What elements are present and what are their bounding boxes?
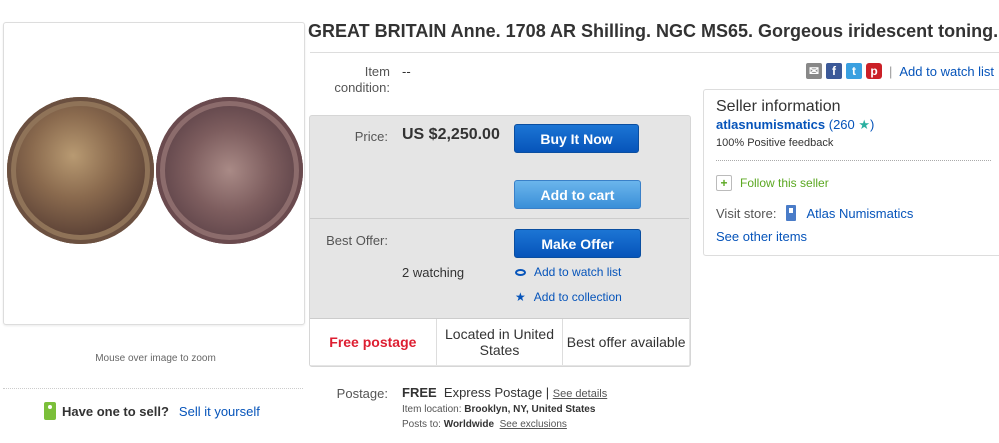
- eye-icon: [515, 268, 526, 276]
- postage-label: Postage:: [336, 386, 388, 401]
- posts-to-row: Posts to: Worldwide See exclusions: [402, 419, 567, 430]
- separator: |: [889, 63, 893, 79]
- best-offer-cell: Best offer available: [566, 334, 686, 350]
- item-location-row: Item location: Brooklyn, NY, United Stat…: [402, 404, 595, 415]
- panel-divider: [310, 218, 689, 219]
- add-to-cart-button[interactable]: Add to cart: [514, 180, 641, 209]
- sell-prompt: Have one to sell?: [62, 403, 169, 419]
- location-cell: Located in United States: [437, 319, 564, 365]
- shipping-info-row: Free postage Located in United States Be…: [310, 318, 689, 365]
- divider: [3, 388, 303, 389]
- add-to-watch-list-link[interactable]: Add to watch list: [534, 265, 621, 279]
- follow-seller-link[interactable]: Follow this seller: [740, 176, 829, 190]
- watching-count: 2 watching: [402, 265, 465, 280]
- positive-feedback: 100% Positive feedback: [716, 137, 834, 149]
- seller-name[interactable]: atlasnumismatics: [716, 117, 825, 132]
- seller-info-heading: Seller information: [716, 98, 841, 115]
- follow-seller-row[interactable]: + Follow this seller: [716, 175, 829, 191]
- posts-to-label: Posts to:: [402, 419, 441, 430]
- add-to-collection-row[interactable]: ★ Add to collection: [515, 290, 622, 304]
- see-exclusions-link[interactable]: See exclusions: [500, 419, 567, 430]
- visit-store-label: Visit store:: [716, 205, 777, 221]
- facebook-icon[interactable]: f: [826, 63, 842, 79]
- make-offer-button[interactable]: Make Offer: [514, 229, 641, 258]
- store-name-link[interactable]: Atlas Numismatics: [806, 206, 913, 221]
- add-to-watch-list-row[interactable]: Add to watch list: [515, 265, 621, 279]
- see-other-items-link[interactable]: See other items: [716, 229, 807, 244]
- condition-label: Item condition:: [334, 64, 390, 95]
- postage-service: Express Postage |: [443, 385, 550, 400]
- mail-icon[interactable]: ✉: [806, 63, 822, 79]
- store-icon: [786, 205, 797, 221]
- seller-name-link[interactable]: atlasnumismatics: [716, 117, 825, 132]
- item-title: GREAT BRITAIN Anne. 1708 AR Shilling. NG…: [308, 21, 999, 41]
- buy-it-now-button[interactable]: Buy It Now: [514, 124, 639, 153]
- twitter-icon[interactable]: t: [846, 63, 862, 79]
- add-to-watch-list-link-top[interactable]: Add to watch list: [899, 64, 994, 79]
- seller-divider: [716, 160, 991, 161]
- share-bar: ✉ f t p | Add to watch list: [806, 63, 994, 79]
- seller-name-row: atlasnumismatics (260 ★): [716, 117, 875, 132]
- see-details-link[interactable]: See details: [553, 388, 607, 400]
- star-icon: ★: [515, 290, 526, 304]
- postage-free: FREE: [402, 385, 437, 400]
- price-tag-icon: [44, 402, 56, 420]
- item-location-value: Brooklyn, NY, United States: [464, 404, 596, 415]
- feedback-star-icon: ★: [858, 117, 871, 132]
- postage-value: FREE Express Postage | See details: [402, 385, 607, 400]
- feedback-score-link[interactable]: (260: [829, 117, 855, 132]
- free-postage-cell: Free postage: [310, 319, 437, 365]
- sell-it-yourself-link[interactable]: Sell it yourself: [179, 404, 260, 419]
- visit-store-row: Visit store: Atlas Numismatics: [716, 205, 913, 221]
- plus-icon: +: [716, 175, 732, 191]
- item-location-label: Item location:: [402, 404, 462, 415]
- price-label: Price:: [354, 129, 388, 144]
- title-divider: [310, 52, 999, 53]
- sell-yours-row: Have one to sell? Sell it yourself: [44, 402, 260, 420]
- best-offer-label: Best Offer:: [326, 233, 388, 248]
- posts-to-value: Worldwide: [443, 419, 495, 430]
- zoom-hint: Mouse over image to zoom: [95, 353, 216, 364]
- price-value: US $2,250.00: [402, 126, 500, 143]
- add-to-collection-link[interactable]: Add to collection: [534, 290, 622, 304]
- coin-obverse-image[interactable]: [7, 97, 154, 244]
- condition-value: --: [402, 64, 411, 79]
- coin-reverse-image[interactable]: [156, 97, 303, 244]
- pinterest-icon[interactable]: p: [866, 63, 882, 79]
- item-image-panel[interactable]: [3, 22, 305, 325]
